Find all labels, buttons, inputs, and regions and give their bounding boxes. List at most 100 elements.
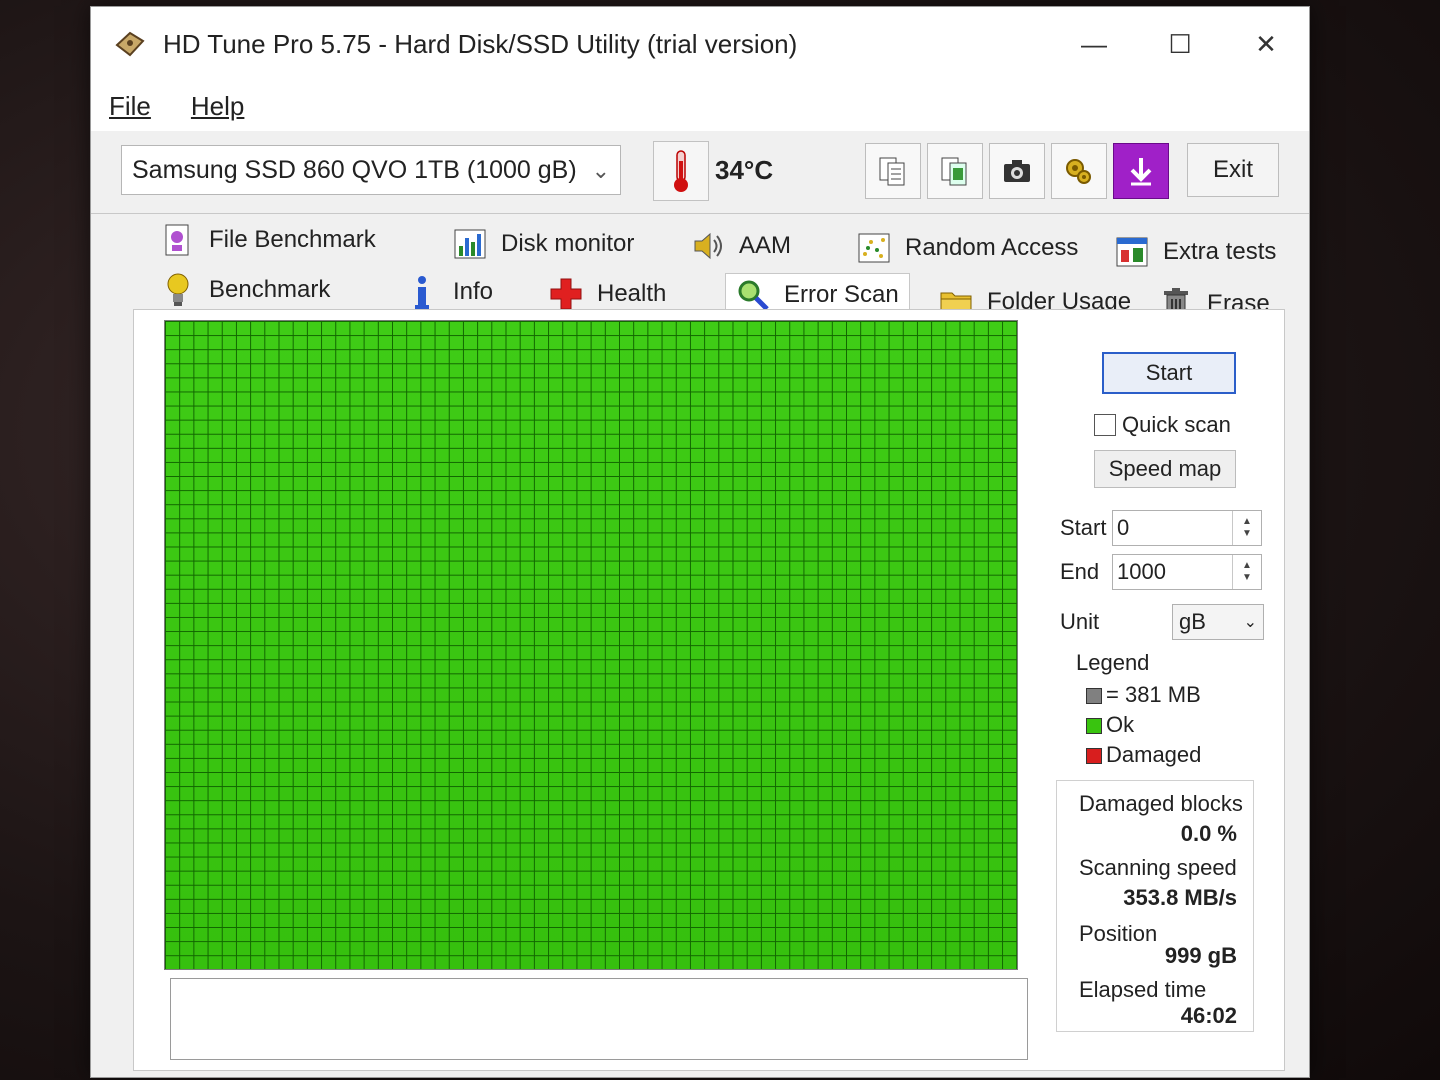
end-input[interactable]: 1000 ▲ ▼ [1112, 554, 1262, 590]
legend-block-label: = 381 MB [1106, 682, 1201, 707]
quick-scan-option[interactable]: Quick scan [1094, 412, 1231, 438]
menu-help[interactable]: Help [191, 91, 244, 122]
end-field: End 1000 ▲ ▼ [1060, 554, 1262, 590]
unit-field: Unit gB ⌄ [1060, 604, 1264, 640]
start-field: Start 0 ▲ ▼ [1060, 510, 1262, 546]
tab-label: Health [597, 280, 667, 307]
window-title: HD Tune Pro 5.75 - Hard Disk/SSD Utility… [163, 28, 798, 59]
elapsed-time-label: Elapsed time [1079, 977, 1207, 1002]
drive-select-value: Samsung SSD 860 QVO 1TB (1000 gB) [132, 155, 577, 184]
damaged-blocks-value: 0.0 % [1180, 821, 1237, 846]
tab-health[interactable]: Health [549, 277, 666, 311]
toolbar-buttons [865, 143, 1169, 199]
temperature-value: 34°C [715, 155, 774, 185]
legend: Legend = 381 MB Ok Damaged [1062, 650, 1262, 770]
legend-damaged-label: Damaged [1106, 742, 1202, 767]
health-cross-icon [549, 277, 583, 311]
down-arrow-icon[interactable]: ▼ [1242, 572, 1252, 584]
copy-screenshot-button[interactable] [927, 143, 983, 199]
block-swatch [1086, 688, 1102, 705]
copy-text-button[interactable] [865, 143, 921, 199]
down-arrow-icon[interactable]: ▼ [1242, 528, 1252, 540]
ok-swatch [1086, 718, 1102, 735]
legend-ok-label: Ok [1106, 712, 1135, 737]
toolbar: Samsung SSD 860 QVO 1TB (1000 gB) ⌄ 34°C [91, 131, 1309, 214]
tab-label: Error Scan [784, 281, 899, 308]
position-value: 999 gB [1164, 943, 1237, 968]
menu-bar: File Help [91, 81, 1309, 131]
close-icon[interactable]: ✕ [1223, 7, 1309, 81]
up-arrow-icon[interactable]: ▲ [1242, 560, 1252, 572]
unit-select[interactable]: gB ⌄ [1172, 604, 1264, 640]
block-map [164, 320, 1018, 970]
info-icon [405, 275, 439, 309]
lightbulb-icon [161, 273, 195, 307]
log-area [170, 978, 1028, 1060]
title-bar: HD Tune Pro 5.75 - Hard Disk/SSD Utility… [91, 7, 1309, 81]
scan-stats: Damaged blocks 0.0 % Scanning speed 353.… [1056, 780, 1254, 1032]
camera-icon [1004, 160, 1030, 182]
random-access-icon [857, 231, 891, 265]
speed-map-button[interactable]: Speed map [1094, 450, 1236, 488]
gear-icon [1066, 159, 1091, 184]
tab-label: File Benchmark [209, 226, 376, 253]
tab-extra-tests[interactable]: Extra tests [1115, 235, 1276, 269]
end-spin-arrows[interactable]: ▲ ▼ [1232, 555, 1261, 589]
tab-label: Extra tests [1163, 238, 1277, 265]
quick-scan-label: Quick scan [1122, 412, 1231, 437]
file-benchmark-icon [161, 223, 195, 257]
tab-random-access[interactable]: Random Access [857, 231, 1078, 265]
legend-block-size: = 381 MB [1086, 682, 1262, 708]
tab-aam[interactable]: AAM [691, 229, 791, 263]
scanning-speed-value: 353.8 MB/s [1123, 885, 1237, 910]
maximize-icon[interactable]: ☐ [1137, 7, 1223, 81]
scan-controls: Start Quick scan Speed map Start 0 ▲ ▼ En… [1052, 340, 1272, 1060]
start-input[interactable]: 0 ▲ ▼ [1112, 510, 1262, 546]
speaker-icon [691, 229, 725, 263]
copy-image-icon [941, 157, 967, 186]
window-controls: — ☐ ✕ [1051, 7, 1309, 81]
legend-ok: Ok [1086, 712, 1262, 738]
copy-icon [879, 157, 905, 186]
error-scan-panel: Start Quick scan Speed map Start 0 ▲ ▼ En… [133, 309, 1285, 1071]
menu-file[interactable]: File [109, 91, 151, 122]
extra-tests-icon [1115, 235, 1149, 269]
tab-label: Disk monitor [501, 230, 635, 257]
start-field-label: Start [1060, 515, 1107, 540]
legend-damaged: Damaged [1086, 742, 1262, 768]
start-spin-arrows[interactable]: ▲ ▼ [1232, 511, 1261, 545]
tab-label: AAM [739, 232, 792, 259]
hdtune-window: HD Tune Pro 5.75 - Hard Disk/SSD Utility… [90, 6, 1310, 1078]
end-input-value: 1000 [1117, 559, 1166, 584]
tab-bar: File Benchmark Disk monitor AAM Random A… [151, 219, 1291, 320]
scanning-speed-label: Scanning speed [1079, 855, 1237, 880]
magnifier-icon [736, 278, 770, 312]
download-arrow-icon [1130, 158, 1152, 186]
chevron-down-icon: ⌄ [1243, 614, 1257, 631]
damaged-swatch [1086, 748, 1102, 765]
app-icon [115, 31, 145, 57]
thermometer-icon [653, 141, 709, 201]
tab-label: Benchmark [209, 276, 331, 303]
up-arrow-icon[interactable]: ▲ [1242, 516, 1252, 528]
minimize-icon[interactable]: — [1051, 7, 1137, 81]
options-button[interactable] [1051, 143, 1107, 199]
legend-title: Legend [1076, 650, 1150, 675]
tab-file-benchmark[interactable]: File Benchmark [161, 223, 376, 257]
quick-scan-checkbox[interactable] [1094, 414, 1116, 436]
save-button[interactable] [1113, 143, 1169, 199]
drive-select[interactable]: Samsung SSD 860 QVO 1TB (1000 gB) ⌄ [121, 145, 621, 195]
start-button[interactable]: Start [1102, 352, 1236, 394]
end-field-label: End [1060, 559, 1100, 584]
position-label: Position [1079, 921, 1158, 946]
unit-field-label: Unit [1060, 609, 1100, 634]
elapsed-time-value: 46:02 [1180, 1003, 1237, 1028]
tab-benchmark[interactable]: Benchmark [161, 273, 330, 307]
exit-button[interactable]: Exit [1187, 143, 1279, 197]
tab-disk-monitor[interactable]: Disk monitor [453, 227, 634, 261]
tab-info[interactable]: Info [405, 275, 493, 309]
start-input-value: 0 [1117, 515, 1130, 540]
disk-monitor-icon [453, 227, 487, 261]
screenshot-button[interactable] [989, 143, 1045, 199]
tab-label: Info [453, 278, 494, 305]
